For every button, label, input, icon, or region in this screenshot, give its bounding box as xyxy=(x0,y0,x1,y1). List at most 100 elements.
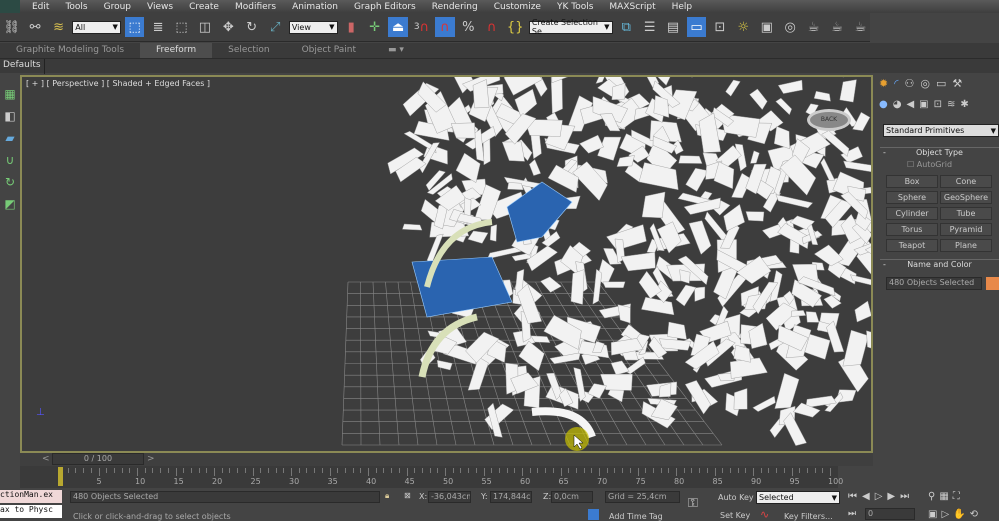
menu-maxscript[interactable]: MAXScript xyxy=(601,2,663,12)
zoom-all-icon[interactable]: ▦ xyxy=(939,491,952,502)
tab-selection[interactable]: Selection xyxy=(212,43,285,58)
tab-object-paint[interactable]: Object Paint xyxy=(286,43,372,58)
keyboard-shortcut-icon[interactable]: ⏏ xyxy=(388,17,407,37)
container-icon[interactable]: ▦ xyxy=(2,83,18,105)
selection-filter-dropdown[interactable]: All▼ xyxy=(72,21,121,34)
named-selection-dropdown[interactable]: Create Selection Se▼ xyxy=(529,21,613,34)
perspective-viewport[interactable]: [ + ] [ Perspective ] [ Shaded + Edged F… xyxy=(20,75,873,453)
menu-modifiers[interactable]: Modifiers xyxy=(227,2,284,12)
time-config-icon[interactable]: ▣ xyxy=(928,509,941,520)
create-cone-button[interactable]: Cone xyxy=(940,175,992,188)
orbit-icon[interactable]: ⟲ xyxy=(970,509,982,520)
scale-icon[interactable]: ⤢ xyxy=(265,17,284,37)
scale-gizmo-icon[interactable]: ◩ xyxy=(2,193,18,215)
helpers-icon[interactable]: ⊡ xyxy=(934,99,942,110)
maxscript-listener-line1[interactable]: ctionMan.ex xyxy=(0,490,62,503)
percent-snap-icon[interactable]: % xyxy=(459,17,478,37)
menu-rendering[interactable]: Rendering xyxy=(424,2,486,12)
window-crossing-icon[interactable]: ◫ xyxy=(195,17,214,37)
prev-frame-button[interactable]: < xyxy=(42,454,52,464)
y-coordinate-input[interactable]: 174,844cm xyxy=(490,491,532,503)
prev-key-icon[interactable]: ◀ xyxy=(862,491,875,502)
track-bar[interactable]: 0510152025303540455055606570758085909510… xyxy=(20,466,838,488)
link-icon[interactable]: ⛓ xyxy=(2,17,21,37)
time-slider-thumb[interactable]: 0 / 100 xyxy=(52,453,144,465)
auto-key-button[interactable]: Auto Key xyxy=(718,493,754,502)
menu-yk-tools[interactable]: YK Tools xyxy=(549,2,601,12)
create-plane-button[interactable]: Plane xyxy=(940,239,992,252)
select-object-icon[interactable]: ⬚ xyxy=(125,17,144,37)
current-frame-input[interactable]: 0 xyxy=(865,508,915,520)
ribbon-options-icon[interactable]: ▬ ▾ xyxy=(372,43,420,58)
rendered-frame-icon[interactable]: ☕ xyxy=(804,17,823,37)
autogrid-checkbox[interactable]: ☐ AutoGrid xyxy=(907,160,952,169)
current-frame-marker[interactable] xyxy=(58,467,63,486)
tab-freeform[interactable]: Freeform xyxy=(140,43,212,58)
schematic-view-icon[interactable]: ☼ xyxy=(734,17,753,37)
create-geosphere-button[interactable]: GeoSphere xyxy=(940,191,992,204)
create-cylinder-button[interactable]: Cylinder xyxy=(886,207,938,220)
key-mode-toggle-icon[interactable]: ⏭ xyxy=(848,509,856,519)
create-torus-button[interactable]: Torus xyxy=(886,223,938,236)
menu-group[interactable]: Group xyxy=(96,2,139,12)
edit-named-selection-icon[interactable]: {} xyxy=(505,17,524,37)
tab-graphite-modeling-tools[interactable]: Graphite Modeling Tools xyxy=(0,43,140,58)
play-icon[interactable]: ▷ xyxy=(875,491,888,502)
absolute-mode-icon[interactable]: ⊠ xyxy=(404,491,411,500)
align-icon[interactable]: ☰ xyxy=(640,17,659,37)
next-key-icon[interactable]: ▶ xyxy=(887,491,900,502)
utilities-tab-icon[interactable]: ⚒ xyxy=(952,77,962,90)
z-coordinate-input[interactable]: 0,0cm xyxy=(551,491,593,503)
layer-manager-icon[interactable]: ▤ xyxy=(663,17,682,37)
systems-icon[interactable]: ✱ xyxy=(960,99,968,110)
mirror-icon[interactable]: ⧉ xyxy=(617,17,636,37)
key-icon[interactable]: ⚿ xyxy=(688,496,698,511)
go-to-end-icon[interactable]: ⏭ xyxy=(900,491,914,502)
create-box-button[interactable]: Box xyxy=(886,175,938,188)
magnet-icon[interactable]: ∪ xyxy=(2,149,18,171)
menu-graph-editors[interactable]: Graph Editors xyxy=(346,2,424,12)
space-warps-icon[interactable]: ≋ xyxy=(947,99,955,110)
hierarchy-tab-icon[interactable]: ⚇ xyxy=(904,77,914,90)
primitive-category-dropdown[interactable]: Standard Primitives▼ xyxy=(883,124,999,137)
reference-coord-dropdown[interactable]: View▼ xyxy=(289,21,338,34)
lights-icon[interactable]: ◀ xyxy=(906,99,914,110)
modify-tab-icon[interactable]: ◜ xyxy=(894,77,898,90)
render-production-icon[interactable]: ☕ xyxy=(827,17,846,37)
scene-canvas[interactable] xyxy=(22,77,871,451)
menu-create[interactable]: Create xyxy=(181,2,227,12)
geometry-icon[interactable]: ● xyxy=(879,99,888,110)
field-of-view-icon[interactable]: ▷ xyxy=(941,509,953,520)
snap-toggle-icon[interactable]: 3∩ xyxy=(412,17,431,37)
menu-tools[interactable]: Tools xyxy=(57,2,95,12)
create-tube-button[interactable]: Tube xyxy=(940,207,992,220)
create-teapot-button[interactable]: Teapot xyxy=(886,239,938,252)
pan-icon[interactable]: ✋ xyxy=(953,509,969,520)
rotate-icon[interactable]: ↻ xyxy=(242,17,261,37)
name-and-color-rollout[interactable]: -Name and Color xyxy=(880,259,999,271)
pivot-icon[interactable]: ▮ xyxy=(342,17,361,37)
menu-edit[interactable]: Edit xyxy=(24,2,57,12)
select-by-name-icon[interactable]: ≣ xyxy=(148,17,167,37)
scene-explorer-icon[interactable]: ▭ xyxy=(687,17,706,37)
time-tag-icon[interactable] xyxy=(588,509,599,520)
viewcube[interactable]: BACK xyxy=(807,109,851,131)
go-to-start-icon[interactable]: ⏮ xyxy=(848,491,862,502)
material-editor-icon[interactable]: ▣ xyxy=(757,17,776,37)
cameras-icon[interactable]: ▣ xyxy=(919,99,928,110)
bind-space-warp-icon[interactable]: ≋ xyxy=(49,17,68,37)
create-tab-icon[interactable]: ✹ xyxy=(879,77,888,90)
move-icon[interactable]: ✥ xyxy=(219,17,238,37)
zoom-icon[interactable]: ⚲ xyxy=(928,491,939,502)
cube-icon[interactable]: ◧ xyxy=(2,105,18,127)
menu-help[interactable]: Help xyxy=(664,2,701,12)
defaults-label[interactable]: Defaults xyxy=(0,59,45,74)
create-pyramid-button[interactable]: Pyramid xyxy=(940,223,992,236)
key-mode-dropdown[interactable]: Selected▼ xyxy=(756,491,840,504)
menu-customize[interactable]: Customize xyxy=(486,2,549,12)
rectangular-selection-icon[interactable]: ⬚ xyxy=(172,17,191,37)
maxscript-listener-line2[interactable]: ax to Physc xyxy=(0,505,62,518)
viewport-label[interactable]: [ + ] [ Perspective ] [ Shaded + Edged F… xyxy=(26,79,210,88)
manipulate-icon[interactable]: ✛ xyxy=(365,17,384,37)
menu-animation[interactable]: Animation xyxy=(284,2,346,12)
